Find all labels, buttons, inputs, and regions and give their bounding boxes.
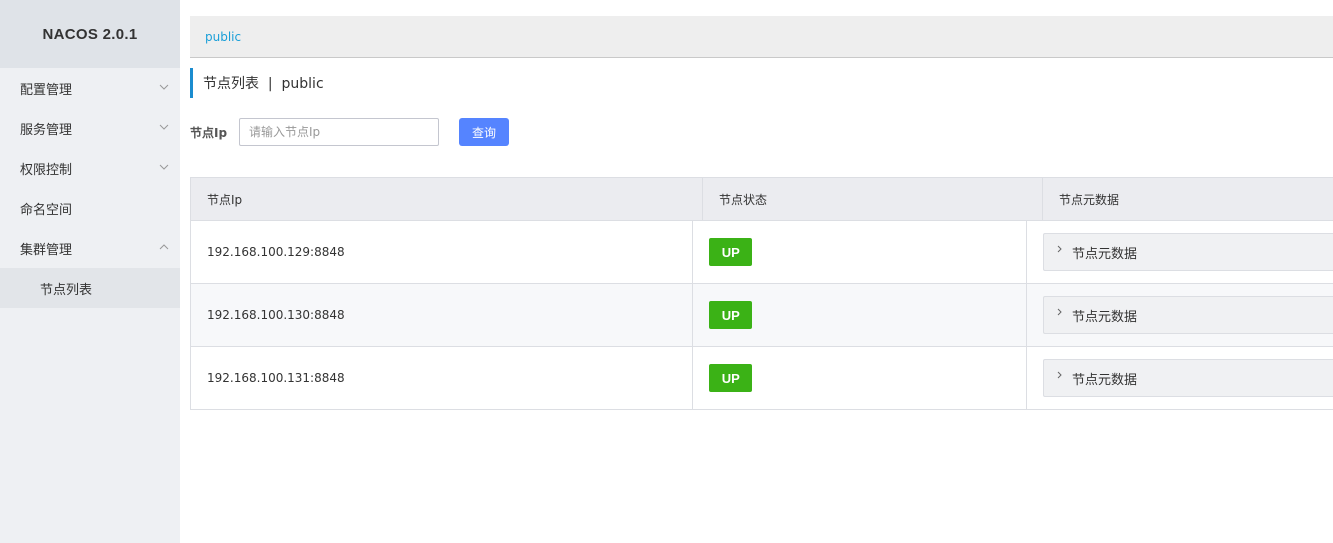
sidebar-item-service[interactable]: 服务管理 xyxy=(0,108,180,148)
chevron-up-icon xyxy=(159,244,169,250)
search-label: 节点Ip xyxy=(190,125,228,140)
node-ip-cell: 192.168.100.131:8848 xyxy=(207,371,345,385)
chevron-down-icon xyxy=(159,84,169,90)
node-ip-cell: 192.168.100.130:8848 xyxy=(207,308,345,322)
chevron-right-icon xyxy=(1057,371,1062,379)
table-row: 192.168.100.130:8848 UP 节点元数据 xyxy=(191,283,1333,346)
header-node-metadata: 节点元数据 xyxy=(1042,178,1333,220)
metadata-expander[interactable]: 节点元数据 xyxy=(1043,296,1333,334)
table-row: 192.168.100.131:8848 UP 节点元数据 xyxy=(191,346,1333,409)
sidebar-item-namespace[interactable]: 命名空间 xyxy=(0,188,180,228)
header-node-ip: 节点Ip xyxy=(207,192,243,207)
sidebar-item-label: 命名空间 xyxy=(20,202,73,218)
chevron-down-icon xyxy=(159,124,169,130)
nacos-console: NACOS 2.0.1 配置管理 服务管理 权限控制 命名空间 集群管理 节点列… xyxy=(0,0,1333,543)
chevron-down-icon xyxy=(159,164,169,170)
chevron-right-icon xyxy=(1057,245,1062,253)
page-title: 节点列表 | public xyxy=(190,68,324,98)
sidebar-subitem-node-list[interactable]: 节点列表 xyxy=(0,268,180,308)
sidebar-item-auth[interactable]: 权限控制 xyxy=(0,148,180,188)
sidebar: NACOS 2.0.1 配置管理 服务管理 权限控制 命名空间 集群管理 节点列… xyxy=(0,0,180,543)
node-state-cell: UP xyxy=(692,284,1026,346)
node-metadata-cell: 节点元数据 xyxy=(1026,347,1333,409)
query-button[interactable]: 查询 xyxy=(459,118,509,146)
sidebar-item-cluster[interactable]: 集群管理 xyxy=(0,228,180,268)
status-badge: UP xyxy=(709,301,753,329)
table-row: 192.168.100.129:8848 UP 节点元数据 xyxy=(191,220,1333,283)
sidebar-item-label: 权限控制 xyxy=(20,162,73,178)
sidebar-item-label: 配置管理 xyxy=(20,82,73,98)
metadata-label: 节点元数据 xyxy=(1072,372,1138,388)
sidebar-item-label: 集群管理 xyxy=(20,242,73,258)
metadata-expander[interactable]: 节点元数据 xyxy=(1043,233,1333,271)
node-table: 节点Ip 节点状态 节点元数据 192.168.100.129:8848 UP … xyxy=(190,177,1333,410)
node-state-cell: UP xyxy=(692,347,1026,409)
status-badge: UP xyxy=(709,238,753,266)
namespace-link[interactable]: public xyxy=(205,30,241,44)
chevron-right-icon xyxy=(1057,308,1062,316)
sidebar-item-label: 服务管理 xyxy=(20,122,73,138)
namespace-bar: public xyxy=(190,16,1333,58)
table-header: 节点Ip 节点状态 节点元数据 xyxy=(191,178,1333,220)
brand-title: NACOS 2.0.1 xyxy=(0,0,180,68)
node-ip-cell: 192.168.100.129:8848 xyxy=(207,245,345,259)
node-metadata-cell: 节点元数据 xyxy=(1026,284,1333,346)
metadata-label: 节点元数据 xyxy=(1072,309,1138,325)
metadata-expander[interactable]: 节点元数据 xyxy=(1043,359,1333,397)
sidebar-subitem-label: 节点列表 xyxy=(40,282,93,298)
search-form: 节点Ip 查询 xyxy=(190,118,509,146)
node-metadata-cell: 节点元数据 xyxy=(1026,221,1333,283)
metadata-label: 节点元数据 xyxy=(1072,246,1138,262)
node-ip-input[interactable] xyxy=(239,118,439,146)
header-node-state: 节点状态 xyxy=(702,178,1042,220)
sidebar-item-config[interactable]: 配置管理 xyxy=(0,68,180,108)
node-state-cell: UP xyxy=(692,221,1026,283)
status-badge: UP xyxy=(709,364,753,392)
